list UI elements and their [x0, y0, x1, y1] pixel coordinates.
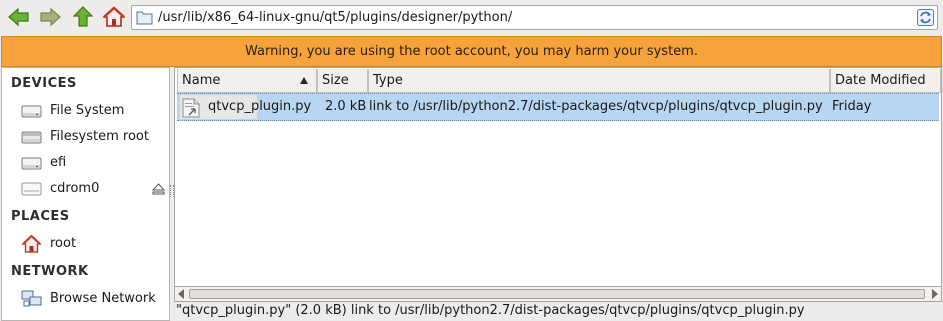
horizontal-scrollbar[interactable] [174, 286, 942, 302]
file-list: Name Size Type Date Modified qtvcp_plugi… [174, 67, 942, 302]
sidebar-item-label: cdrom0 [50, 181, 100, 196]
column-header-type[interactable]: Type [368, 69, 830, 93]
address-bar[interactable]: /usr/lib/x86_64-linux-gnu/qt5/plugins/de… [131, 5, 938, 30]
table-row[interactable]: qtvcp_plugin.py 2.0 kB link to /usr/lib/… [177, 93, 939, 121]
network-icon [21, 290, 42, 307]
column-header-label: Type [373, 73, 403, 88]
back-button[interactable] [6, 4, 32, 30]
forward-button[interactable] [37, 4, 63, 30]
folder-icon [136, 11, 153, 25]
home-icon [21, 235, 42, 253]
optical-drive-icon [21, 182, 42, 196]
column-header-name[interactable]: Name [177, 69, 317, 93]
column-header-date-modified[interactable]: Date Modified [830, 69, 941, 93]
network-heading: NETWORK [11, 264, 89, 279]
file-type: link to /usr/lib/python2.7/dist-packages… [369, 99, 823, 114]
arrow-left-icon [8, 7, 29, 27]
file-size: 2.0 kB [325, 99, 367, 114]
places-heading: PLACES [11, 209, 70, 224]
up-button[interactable] [70, 4, 96, 30]
sort-ascending-icon [300, 77, 308, 84]
sidebar-item-label: root [50, 236, 77, 251]
sidebar-item-root[interactable]: root [2, 232, 169, 256]
column-header-label: Size [322, 73, 349, 88]
file-date-modified: Friday [832, 99, 872, 114]
drive-icon [21, 157, 42, 170]
sidebar-item-label: Filesystem root [50, 129, 149, 144]
status-bar: "qtvcp_plugin.py" (2.0 kB) link to /usr/… [176, 303, 805, 318]
drive-icon [21, 131, 42, 144]
scroll-right-icon[interactable] [932, 289, 938, 299]
sidebar-item-label: Browse Network [50, 291, 156, 306]
scroll-left-icon[interactable] [178, 289, 184, 299]
sidebar-item-filesystem-root[interactable]: Filesystem root [2, 125, 169, 149]
eject-icon[interactable] [152, 183, 165, 195]
reload-icon[interactable] [917, 9, 934, 26]
home-button[interactable] [101, 4, 127, 30]
file-link-icon [182, 98, 200, 118]
sidebar-item-cdrom0[interactable]: cdrom0 [2, 177, 169, 201]
arrow-right-icon [40, 7, 61, 27]
warning-text: Warning, you are using the root account,… [245, 44, 698, 59]
sidebar-item-label: File System [50, 103, 125, 118]
sidebar-item-browse-network[interactable]: Browse Network [2, 287, 169, 311]
column-header-size[interactable]: Size [317, 69, 368, 93]
sidebar-item-label: efi [50, 155, 67, 170]
toolbar: /usr/lib/x86_64-linux-gnu/qt5/plugins/de… [0, 0, 943, 36]
root-warning-bar: Warning, you are using the root account,… [1, 36, 942, 67]
sidebar: DEVICES File System Filesystem root efi … [1, 67, 170, 321]
scrollbar-thumb[interactable] [189, 289, 925, 299]
home-icon [103, 6, 125, 27]
column-header-label: Name [182, 73, 221, 88]
file-name: qtvcp_plugin.py [208, 99, 312, 114]
arrow-up-icon [73, 6, 93, 27]
devices-heading: DEVICES [11, 76, 77, 91]
sidebar-item-efi[interactable]: efi [2, 151, 169, 175]
sidebar-item-file-system[interactable]: File System [2, 99, 169, 123]
column-header-label: Date Modified [835, 73, 926, 88]
drive-icon [21, 105, 42, 118]
address-path[interactable]: /usr/lib/x86_64-linux-gnu/qt5/plugins/de… [158, 10, 512, 25]
